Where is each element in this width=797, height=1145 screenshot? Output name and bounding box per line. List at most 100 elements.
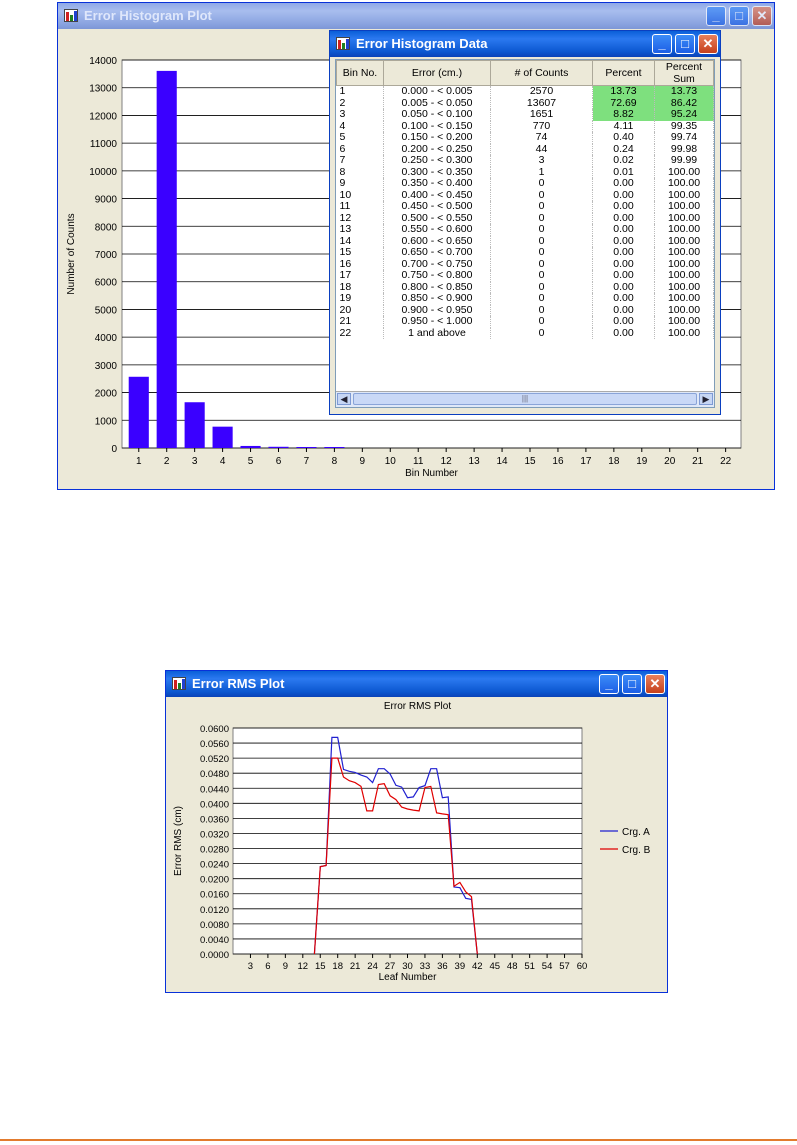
maximize-button[interactable]: □ xyxy=(729,6,749,26)
x-tick-label: 9 xyxy=(360,456,366,467)
x-tick-label: 54 xyxy=(542,961,553,972)
table-row[interactable]: 13 0.550 - < 0.600 0 0.00 100.00 xyxy=(336,223,714,236)
table-cell: 100.00 xyxy=(654,200,714,213)
horizontal-scrollbar[interactable]: ◀ ||| ▶ xyxy=(336,391,714,407)
table-cell: 100.00 xyxy=(654,246,714,259)
table-cell: 1 and above xyxy=(383,327,491,339)
table-row[interactable]: 9 0.350 - < 0.400 0 0.00 100.00 xyxy=(336,177,714,190)
table-cell: 0.350 - < 0.400 xyxy=(383,177,491,190)
table-cell: 0 xyxy=(490,269,593,282)
table-cell: 0.550 - < 0.600 xyxy=(383,223,491,236)
table-row[interactable]: 18 0.800 - < 0.850 0 0.00 100.00 xyxy=(336,281,714,293)
y-tick-label: 5000 xyxy=(95,305,118,316)
table-cell: 0 xyxy=(490,177,593,190)
y-tick-label: 0.0040 xyxy=(200,935,229,946)
table-cell: 100.00 xyxy=(654,177,714,190)
minimize-button[interactable]: _ xyxy=(706,6,726,26)
column-header[interactable]: Bin No. xyxy=(336,60,384,86)
y-tick-label: 2000 xyxy=(95,389,118,400)
table-cell: 0.000 - < 0.005 xyxy=(383,85,491,98)
column-header[interactable]: Error (cm.) xyxy=(383,60,491,86)
histogram-bar xyxy=(212,426,233,448)
x-tick-label: 12 xyxy=(441,456,453,467)
table-row[interactable]: 11 0.450 - < 0.500 0 0.00 100.00 xyxy=(336,200,714,213)
table-cell: 21 xyxy=(336,315,384,328)
y-tick-label: 7000 xyxy=(95,250,118,261)
table-cell: 0 xyxy=(490,246,593,259)
table-row[interactable]: 19 0.850 - < 0.900 0 0.00 100.00 xyxy=(336,292,714,305)
table-cell: 0.850 - < 0.900 xyxy=(383,292,491,305)
histogram-data-window[interactable]: Error Histogram Data _ □ ✕ Bin No. Error … xyxy=(329,30,721,415)
table-row[interactable]: 12 0.500 - < 0.550 0 0.00 100.00 xyxy=(336,212,714,224)
x-tick-label: 42 xyxy=(472,961,483,972)
x-tick-label: 11 xyxy=(413,456,424,467)
table-row[interactable]: 6 0.200 - < 0.250 44 0.24 99.98 xyxy=(336,143,714,155)
column-header[interactable]: Percent xyxy=(592,60,655,86)
minimize-button[interactable]: _ xyxy=(652,34,672,54)
histogram-bar xyxy=(128,376,149,448)
histogram-bar xyxy=(184,402,205,448)
table-row[interactable]: 17 0.750 - < 0.800 0 0.00 100.00 xyxy=(336,269,714,282)
y-tick-label: 14000 xyxy=(89,56,117,67)
bar-chart-app-icon xyxy=(336,37,350,50)
scroll-left-arrow-icon[interactable]: ◀ xyxy=(337,393,351,405)
table-cell: 13.73 xyxy=(592,85,655,98)
table-row[interactable]: 16 0.700 - < 0.750 0 0.00 100.00 xyxy=(336,258,714,270)
close-button[interactable]: ✕ xyxy=(752,6,772,26)
table-row[interactable]: 15 0.650 - < 0.700 0 0.00 100.00 xyxy=(336,246,714,259)
y-tick-label: 0.0280 xyxy=(200,845,229,856)
table-row[interactable]: 2 0.005 - < 0.050 13607 72.69 86.42 xyxy=(336,97,714,109)
column-header[interactable]: Percent Sum xyxy=(654,60,714,86)
x-tick-label: 16 xyxy=(552,456,564,467)
table-row[interactable]: 22 1 and above 0 0.00 100.00 xyxy=(336,327,714,339)
table-cell: 13 xyxy=(336,223,384,236)
y-tick-label: 0.0080 xyxy=(200,920,229,931)
minimize-button[interactable]: _ xyxy=(599,674,619,694)
table-row[interactable]: 8 0.300 - < 0.350 1 0.01 100.00 xyxy=(336,166,714,178)
footer-divider xyxy=(0,1139,797,1141)
table-row[interactable]: 10 0.400 - < 0.450 0 0.00 100.00 xyxy=(336,189,714,201)
table-cell: 100.00 xyxy=(654,315,714,328)
table-row[interactable]: 14 0.600 - < 0.650 0 0.00 100.00 xyxy=(336,235,714,247)
table-cell: 1651 xyxy=(490,108,593,121)
table-cell: 100.00 xyxy=(654,223,714,236)
table-row[interactable]: 7 0.250 - < 0.300 3 0.02 99.99 xyxy=(336,154,714,167)
data-window-titlebar[interactable]: Error Histogram Data _ □ ✕ xyxy=(330,31,720,57)
rms-chart: Error RMS Plot 0.0000 0.0040 0.0080 0.0120 0.… xyxy=(173,701,651,983)
close-button[interactable]: ✕ xyxy=(645,674,665,694)
y-tick-label: 12000 xyxy=(89,111,117,122)
y-axis-label: Number of Counts xyxy=(66,213,77,294)
y-tick-label: 0.0240 xyxy=(200,860,229,871)
table-row[interactable]: 4 0.100 - < 0.150 770 4.11 99.35 xyxy=(336,120,714,132)
table-cell: 0 xyxy=(490,292,593,305)
y-tick-label: 0.0440 xyxy=(200,784,229,795)
maximize-button[interactable]: □ xyxy=(675,34,695,54)
table-row[interactable]: 1 0.000 - < 0.005 2570 13.73 13.73 xyxy=(336,85,714,98)
table-row[interactable]: 21 0.950 - < 1.000 0 0.00 100.00 xyxy=(336,315,714,328)
rms-window[interactable]: Error RMS Plot _ □ ✕ Error RMS Plot 0.000… xyxy=(165,670,668,993)
data-grid[interactable]: Bin No. Error (cm.) # of Counts Percent Perc… xyxy=(335,59,715,408)
table-cell: 7 xyxy=(336,154,384,167)
table-cell: 9 xyxy=(336,177,384,190)
rms-titlebar[interactable]: Error RMS Plot _ □ ✕ xyxy=(166,671,667,697)
table-row[interactable]: 5 0.150 - < 0.200 74 0.40 99.74 xyxy=(336,131,714,144)
x-tick-label: 60 xyxy=(577,961,588,972)
histogram-title: Error Histogram Plot xyxy=(84,8,212,23)
scroll-thumb[interactable]: ||| xyxy=(353,393,697,405)
table-cell: 5 xyxy=(336,131,384,144)
maximize-button[interactable]: □ xyxy=(622,674,642,694)
column-header[interactable]: # of Counts xyxy=(490,60,593,86)
table-row[interactable]: 20 0.900 - < 0.950 0 0.00 100.00 xyxy=(336,304,714,316)
table-cell: 100.00 xyxy=(654,269,714,282)
table-row[interactable]: 3 0.050 - < 0.100 1651 8.82 95.24 xyxy=(336,108,714,121)
scroll-right-arrow-icon[interactable]: ▶ xyxy=(699,393,713,405)
histogram-titlebar[interactable]: Error Histogram Plot _ □ ✕ xyxy=(58,3,774,29)
data-window-title: Error Histogram Data xyxy=(356,36,488,51)
table-cell: 74 xyxy=(490,131,593,144)
close-button[interactable]: ✕ xyxy=(698,34,718,54)
table-cell: 8.82 xyxy=(592,108,655,121)
histogram-bar xyxy=(268,446,289,448)
table-cell: 22 xyxy=(336,327,384,339)
y-tick-label: 0.0000 xyxy=(200,950,229,961)
legend-label: Crg. B xyxy=(622,845,651,856)
